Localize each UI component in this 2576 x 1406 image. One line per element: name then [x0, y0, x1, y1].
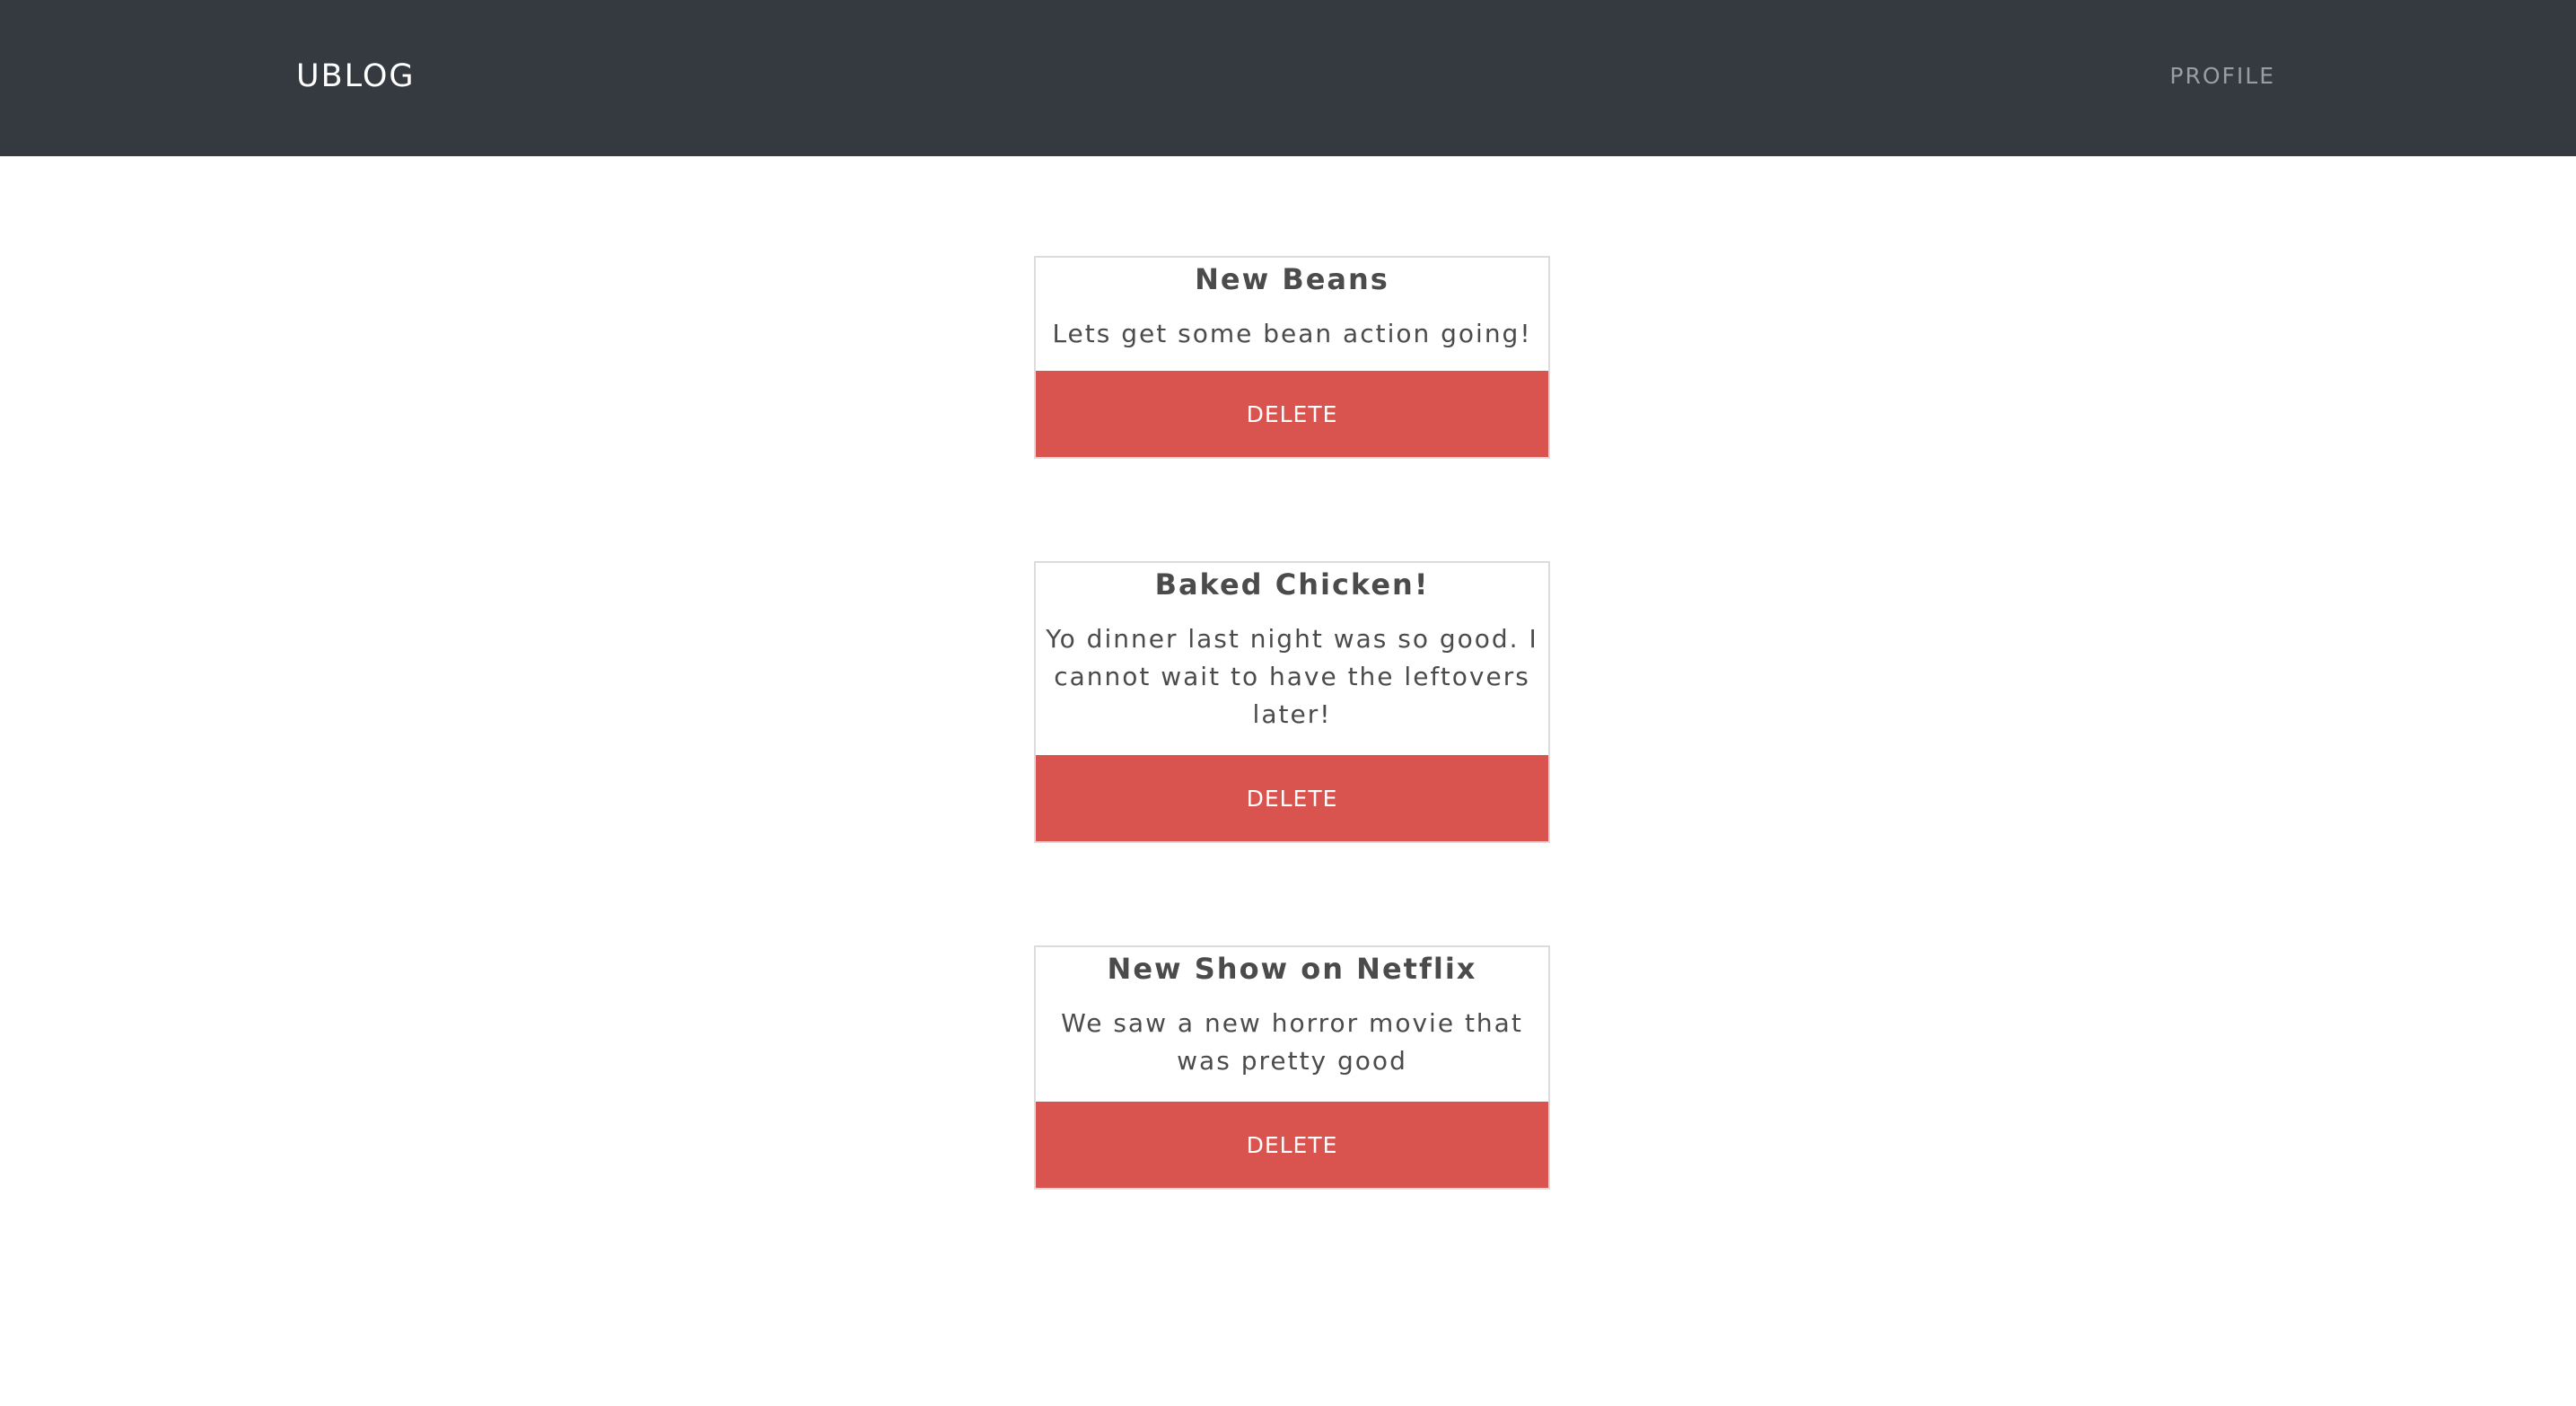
delete-button[interactable]: DELETE	[1036, 1102, 1548, 1188]
profile-link[interactable]: PROFILE	[2169, 61, 2275, 92]
post-title: Baked Chicken!	[1154, 567, 1430, 602]
post-card: Baked Chicken! Yo dinner last night was …	[1034, 561, 1550, 843]
post-card: New Show on Netflix We saw a new horror …	[1034, 945, 1550, 1190]
post-body: Lets get some bean action going!	[1052, 319, 1532, 348]
post-title: New Show on Netflix	[1107, 952, 1477, 986]
navbar: UBLOG PROFILE	[0, 0, 2576, 156]
post-feed: New Beans Lets get some bean action goin…	[1034, 256, 1550, 1292]
post-body: Yo dinner last night was so good. I cann…	[1046, 624, 1538, 729]
brand-logo[interactable]: UBLOG	[296, 56, 416, 97]
delete-button[interactable]: DELETE	[1036, 755, 1548, 841]
post-title: New Beans	[1195, 262, 1389, 296]
post-card: New Beans Lets get some bean action goin…	[1034, 256, 1550, 459]
post-body: We saw a new horror movie that was prett…	[1061, 1008, 1523, 1076]
delete-button[interactable]: DELETE	[1036, 371, 1548, 457]
